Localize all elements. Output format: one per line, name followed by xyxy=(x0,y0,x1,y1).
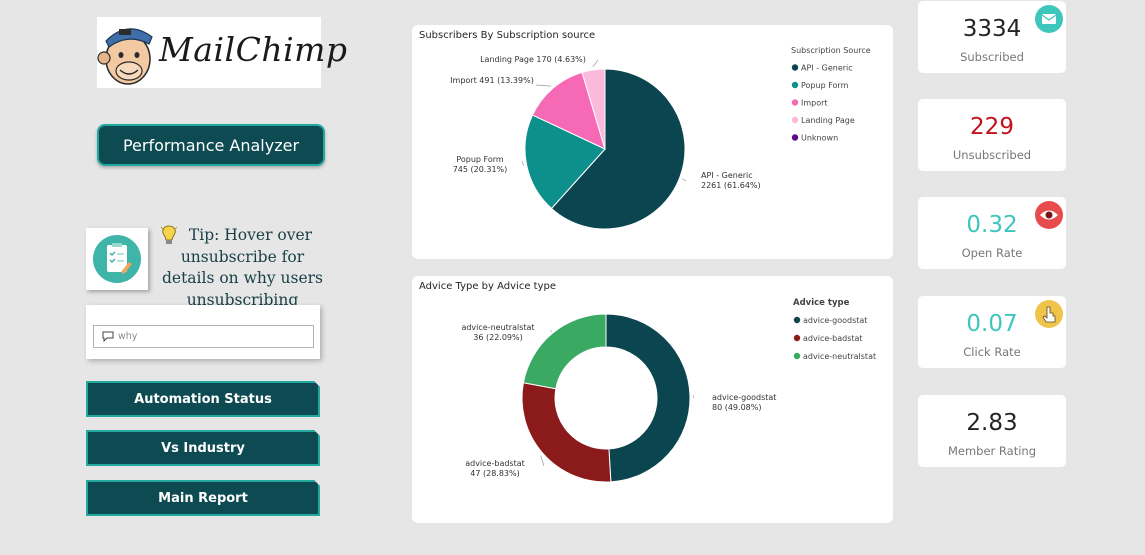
legend-item[interactable]: advice-neutralstat xyxy=(803,352,876,361)
checklist-icon xyxy=(93,235,141,283)
why-filter-panel: why xyxy=(86,305,320,359)
data-label: 47 (28.83%) xyxy=(470,469,519,478)
mailchimp-monkey-icon xyxy=(97,28,153,85)
automation-status-button[interactable]: Automation Status xyxy=(86,381,320,417)
leader-line xyxy=(521,160,524,166)
data-label: 745 (20.31%) xyxy=(453,165,508,174)
legend-item[interactable]: Popup Form xyxy=(801,81,849,90)
data-label: Landing Page 170 (4.63%) xyxy=(480,55,586,64)
leader-line xyxy=(692,395,695,399)
legend-marker xyxy=(791,116,799,124)
kpi-value: 2.83 xyxy=(966,410,1018,436)
legend-marker xyxy=(791,134,799,141)
legend-item[interactable]: advice-goodstat xyxy=(803,316,867,325)
legend-title: Subscription Source xyxy=(791,46,871,55)
leader-line xyxy=(535,84,551,87)
data-label: Popup Form xyxy=(456,155,504,164)
legend-item[interactable]: Landing Page xyxy=(801,116,855,125)
kpi-label: Click Rate xyxy=(963,345,1021,359)
data-label: 2261 (61.64%) xyxy=(701,181,761,190)
data-label: Import 491 (13.39%) xyxy=(450,76,534,85)
legend-item[interactable]: API - Generic xyxy=(801,64,853,73)
main-report-button[interactable]: Main Report xyxy=(86,480,320,516)
legend-marker xyxy=(791,99,799,106)
legend-marker xyxy=(793,352,801,360)
envelope-icon xyxy=(1035,5,1063,33)
kpi-label: Member Rating xyxy=(947,444,1037,458)
why-search-input[interactable]: why xyxy=(93,325,314,348)
logo-wordmark: MailChimp xyxy=(159,30,348,69)
data-label: advice-badstat xyxy=(465,459,525,468)
legend-marker xyxy=(793,334,801,342)
leader-line xyxy=(540,455,545,467)
data-label: API - Generic xyxy=(701,171,753,180)
leader-line xyxy=(592,59,599,68)
data-label: advice-goodstat xyxy=(712,393,776,402)
legend-marker xyxy=(791,81,799,89)
kpi-member-rating: 2.83 Member Rating xyxy=(918,395,1066,467)
leader-line xyxy=(682,178,687,182)
subscription-source-card: Subscribers By Subscription source API -… xyxy=(412,25,893,259)
subscription-source-pie-chart: API - Generic2261 (61.64%)Popup Form745 … xyxy=(450,46,871,230)
advice-type-card: Advice Type by Advice type advice-goodst… xyxy=(412,276,893,523)
kpi-click-rate: 0.07 Click Rate xyxy=(918,296,1066,368)
pie-slice-advice-neutralstat[interactable] xyxy=(522,313,607,390)
eye-icon xyxy=(1035,201,1063,229)
legend-item[interactable]: Import xyxy=(801,99,828,108)
kpi-open-rate: 0.32 Open Rate xyxy=(918,197,1066,269)
legend-item[interactable]: Unknown xyxy=(801,134,838,143)
advice-type-donut-chart: advice-goodstat80 (49.08%)advice-badstat… xyxy=(461,298,876,483)
kpi-value: 229 xyxy=(970,114,1014,140)
kpi-subscribed: 3334 Subscribed xyxy=(918,1,1066,73)
pie-slice-advice-badstat[interactable] xyxy=(521,382,612,483)
tip-icon-box xyxy=(86,228,148,290)
vs-industry-button[interactable]: Vs Industry xyxy=(86,430,320,466)
pie-slice-advice-goodstat[interactable] xyxy=(605,313,691,483)
why-input-placeholder: why xyxy=(118,331,138,342)
legend-title: Advice type xyxy=(793,298,850,308)
data-label: advice-neutralstat xyxy=(461,323,534,332)
kpi-label: Subscribed xyxy=(960,50,1024,64)
comment-icon xyxy=(102,331,114,342)
mailchimp-logo: MailChimp xyxy=(97,17,347,88)
kpi-label: Unsubscribed xyxy=(952,148,1032,162)
kpi-label: Open Rate xyxy=(961,246,1023,260)
tip-text: Tip: Hover over unsubscribe for details … xyxy=(161,226,323,309)
legend-item[interactable]: advice-badstat xyxy=(803,334,863,343)
hand-pointer-icon xyxy=(1035,300,1063,328)
kpi-unsubscribed[interactable]: 229 Unsubscribed xyxy=(918,99,1066,171)
data-label: 80 (49.08%) xyxy=(712,403,761,412)
data-label: 36 (22.09%) xyxy=(473,333,522,342)
legend-marker xyxy=(793,316,801,324)
legend-marker xyxy=(791,64,799,71)
performance-analyzer-button[interactable]: Performance Analyzer xyxy=(97,124,325,166)
